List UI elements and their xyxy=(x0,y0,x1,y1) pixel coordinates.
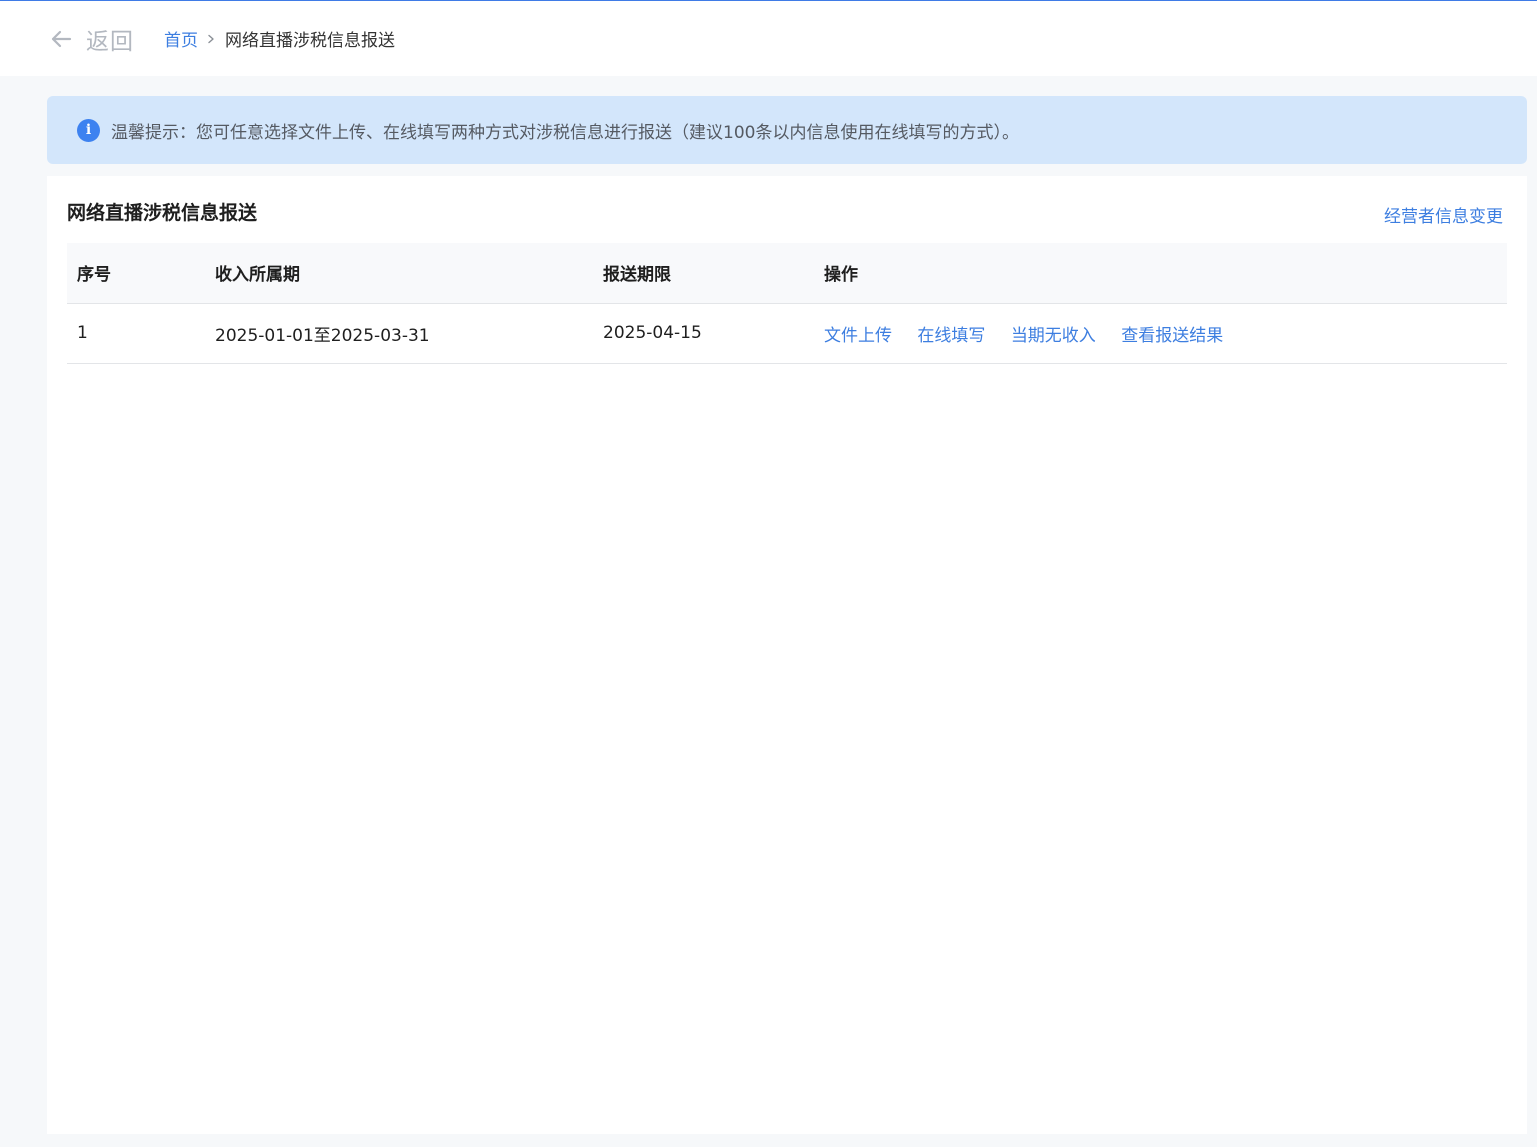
cell-actions: 文件上传 在线填写 当期无收入 查看报送结果 xyxy=(814,303,1507,363)
column-header-actions: 操作 xyxy=(824,265,858,286)
chevron-right-icon xyxy=(208,34,214,43)
file-upload-link[interactable]: 文件上传 xyxy=(824,326,892,346)
breadcrumb-home-link[interactable]: 首页 xyxy=(164,26,198,51)
breadcrumb-current: 网络直播涉税信息报送 xyxy=(225,31,395,51)
view-result-link[interactable]: 查看报送结果 xyxy=(1121,326,1223,346)
column-header-seq: 序号 xyxy=(77,265,111,286)
back-button[interactable]: 返回 xyxy=(50,22,134,56)
info-icon: i xyxy=(77,118,100,142)
table-row: 1 2025-01-01至2025-03-31 2025-04-15 文件上传 … xyxy=(67,303,1507,363)
column-header-period: 收入所属期 xyxy=(215,265,300,286)
report-table: 序号 收入所属期 报送期限 操作 1 2025-01-01至2025-03-31… xyxy=(67,243,1507,364)
tip-notice: i 温馨提示：您可任意选择文件上传、在线填写两种方式对涉税信息进行报送（建议10… xyxy=(47,96,1527,164)
breadcrumb: 首页 网络直播涉税信息报送 xyxy=(164,26,395,51)
arrow-left-icon xyxy=(51,30,72,47)
panel-title: 网络直播涉税信息报送 xyxy=(67,202,258,224)
cell-period: 2025-01-01至2025-03-31 xyxy=(215,325,430,346)
notice-text: 温馨提示：您可任意选择文件上传、在线填写两种方式对涉税信息进行报送（建议100条… xyxy=(111,122,1019,143)
column-header-deadline: 报送期限 xyxy=(603,265,671,286)
operator-info-change-link[interactable]: 经营者信息变更 xyxy=(1384,202,1503,227)
back-label: 返回 xyxy=(86,28,134,55)
online-fill-link[interactable]: 在线填写 xyxy=(917,326,985,346)
report-panel: 网络直播涉税信息报送 经营者信息变更 序号 收入所属期 报送期限 操作 1 20… xyxy=(47,176,1527,1134)
page-header: 返回 首页 网络直播涉税信息报送 xyxy=(0,1,1537,76)
table-header-row: 序号 收入所属期 报送期限 操作 xyxy=(67,243,1507,303)
cell-deadline: 2025-04-15 xyxy=(603,323,702,343)
no-income-link[interactable]: 当期无收入 xyxy=(1011,326,1096,346)
cell-seq: 1 xyxy=(77,323,88,343)
